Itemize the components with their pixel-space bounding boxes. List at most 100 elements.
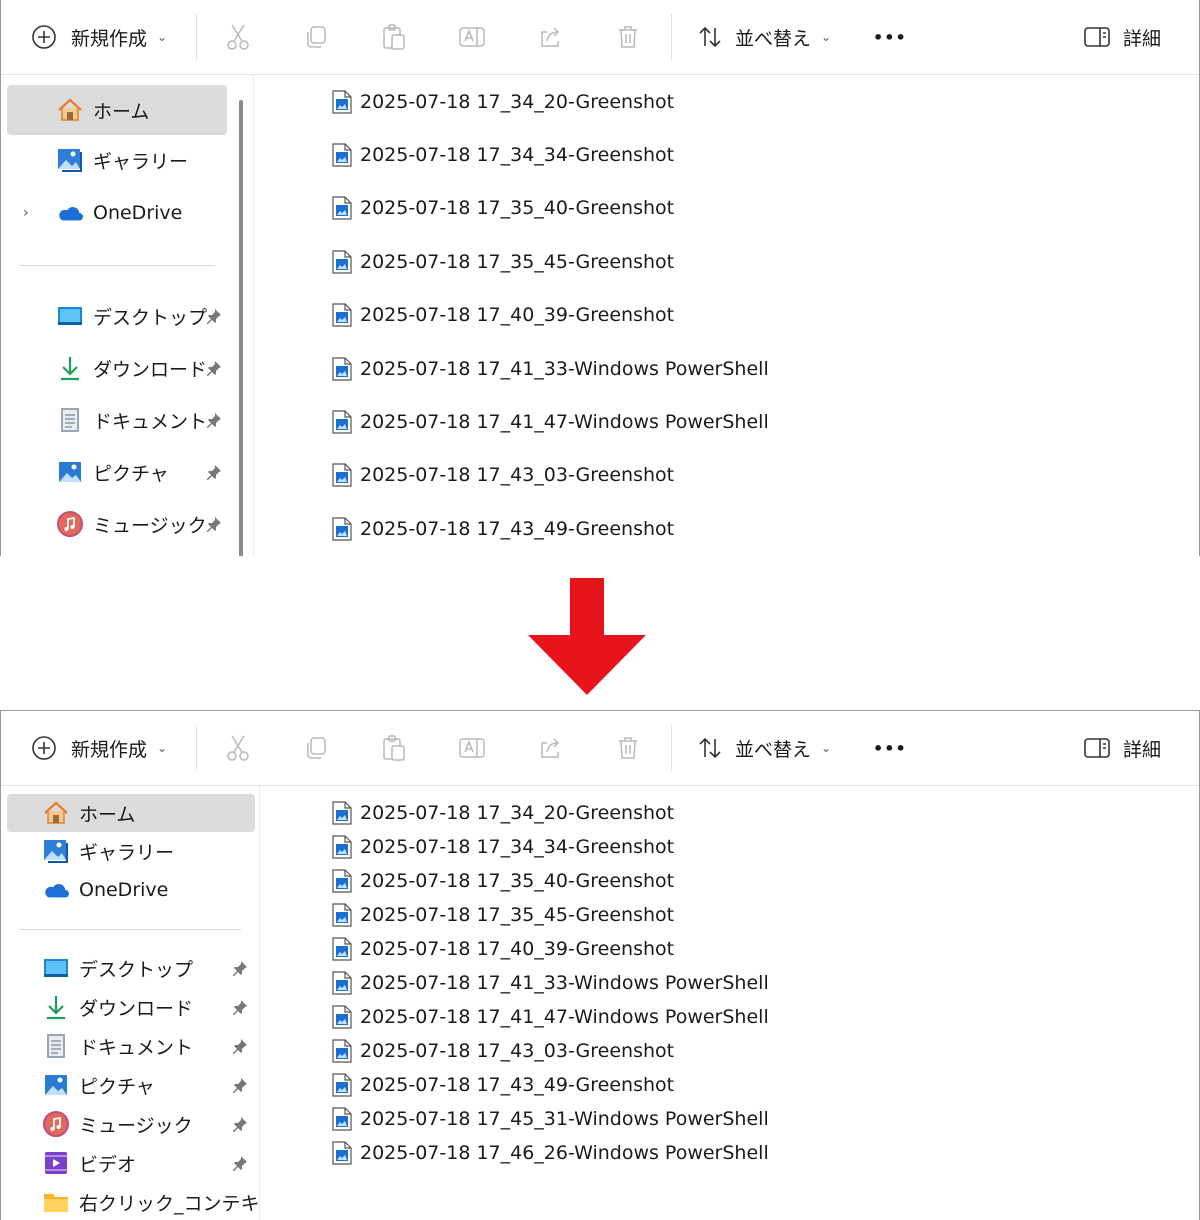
file-list-item[interactable]: 2025-07-18 17_35_40-Greenshot — [331, 864, 674, 898]
file-list-item[interactable]: 2025-07-18 17_43_49-Greenshot — [331, 1068, 674, 1102]
pictures-icon — [57, 459, 83, 485]
document-icon — [57, 407, 83, 433]
chevron-down-icon: ⌄ — [821, 30, 832, 44]
file-name: 2025-07-18 17_41_33-Windows PowerShell — [360, 972, 769, 994]
nav-label: ピクチャ — [93, 462, 169, 485]
pin-icon[interactable] — [231, 1076, 249, 1094]
details-pane-button[interactable]: 詳細 — [1083, 711, 1161, 785]
file-name: 2025-07-18 17_40_39-Greenshot — [360, 304, 675, 327]
pin-icon[interactable] — [205, 359, 223, 377]
more-options-button[interactable]: ••• — [873, 711, 907, 785]
more-options-button[interactable]: ••• — [873, 0, 907, 74]
nav-label: デスクトップ — [93, 306, 208, 329]
file-name: 2025-07-18 17_34_20-Greenshot — [360, 90, 675, 113]
pin-icon[interactable] — [205, 463, 223, 481]
file-list-item[interactable]: 2025-07-18 17_41_47-Windows PowerShell — [331, 395, 769, 448]
file-list-item[interactable]: 2025-07-18 17_34_20-Greenshot — [331, 75, 674, 128]
details-pane-icon — [1083, 737, 1111, 759]
file-list-item[interactable]: 2025-07-18 17_35_45-Greenshot — [331, 235, 674, 288]
share-icon[interactable] — [535, 733, 565, 763]
file-list-item[interactable]: 2025-07-18 17_34_20-Greenshot — [331, 796, 674, 830]
nav-item-onedrive[interactable]: OneDrive — [57, 188, 182, 238]
file-list-item[interactable]: 2025-07-18 17_41_33-Windows PowerShell — [331, 966, 769, 1000]
copy-icon[interactable] — [301, 22, 331, 52]
down-arrow-icon — [526, 578, 648, 696]
file-list-item[interactable]: 2025-07-18 17_35_45-Greenshot — [331, 898, 674, 932]
expand-chevron-icon[interactable]: › — [23, 188, 29, 238]
pin-icon[interactable] — [231, 1154, 249, 1172]
pane-divider — [253, 75, 254, 556]
file-name: 2025-07-18 17_41_33-Windows PowerShell — [360, 357, 769, 380]
image-file-icon — [331, 517, 353, 541]
cut-icon[interactable] — [223, 22, 253, 52]
file-list-item[interactable]: 2025-07-18 17_35_40-Greenshot — [331, 182, 674, 235]
nav-scrollbar[interactable] — [239, 100, 243, 556]
file-list-item[interactable]: 2025-07-18 17_34_34-Greenshot — [331, 128, 674, 181]
rename-icon[interactable] — [457, 733, 487, 763]
nav-label: ピクチャ — [79, 1075, 155, 1098]
image-file-icon — [331, 835, 353, 859]
nav-divider — [19, 929, 241, 930]
nav-item-gallery[interactable]: ギャラリー — [57, 135, 188, 185]
nav-item-desktop[interactable]: デスクトップ — [57, 291, 207, 341]
sort-button[interactable]: 並べ替え ⌄ — [697, 0, 831, 74]
file-list-item[interactable]: 2025-07-18 17_43_03-Greenshot — [331, 449, 674, 502]
nav-label: ミュージック — [93, 514, 207, 537]
file-name: 2025-07-18 17_41_47-Windows PowerShell — [360, 411, 769, 434]
paste-icon[interactable] — [379, 22, 409, 52]
nav-item-downloads[interactable]: ダウンロード — [57, 343, 207, 393]
file-list-item[interactable]: 2025-07-18 17_45_31-Windows PowerShell — [331, 1102, 769, 1136]
file-list-item[interactable]: 2025-07-18 17_43_49-Greenshot — [331, 502, 674, 555]
nav-label: ギャラリー — [79, 841, 175, 864]
image-file-icon — [331, 90, 353, 114]
cut-icon[interactable] — [223, 733, 253, 763]
file-name: 2025-07-18 17_34_34-Greenshot — [360, 836, 675, 858]
pin-icon[interactable] — [231, 998, 249, 1016]
file-list-item[interactable]: 2025-07-18 17_34_34-Greenshot — [331, 830, 674, 864]
navigation-pane: ホーム ギャラリー OneDrive デスクトップ ダウンロード ドキュメント … — [1, 786, 259, 1220]
desktop-icon — [57, 303, 83, 329]
file-list-item[interactable]: 2025-07-18 17_40_39-Greenshot — [331, 932, 674, 966]
details-pane-button[interactable]: 詳細 — [1083, 0, 1161, 74]
sort-button[interactable]: 並べ替え ⌄ — [697, 711, 831, 785]
file-list-item[interactable]: 2025-07-18 17_46_26-Windows PowerShell — [331, 1136, 769, 1170]
image-file-icon — [331, 971, 353, 995]
nav-item-music[interactable]: ミュージック — [57, 499, 207, 549]
sort-icon — [697, 735, 723, 761]
nav-item-pictures[interactable]: ピクチャ — [57, 447, 169, 497]
image-file-icon — [331, 937, 353, 961]
file-list-item[interactable]: 2025-07-18 17_41_33-Windows PowerShell — [331, 342, 769, 395]
pin-icon[interactable] — [231, 1037, 249, 1055]
rename-icon[interactable] — [457, 22, 487, 52]
nav-item-folder[interactable]: 右クリック_コンテキストメ — [43, 1177, 259, 1220]
copy-icon[interactable] — [301, 733, 331, 763]
pin-icon[interactable] — [231, 959, 249, 977]
new-button[interactable]: 新規作成 ⌄ — [31, 0, 167, 74]
image-file-icon — [331, 1107, 353, 1131]
pin-icon[interactable] — [205, 307, 223, 325]
file-list-item[interactable]: 2025-07-18 17_40_39-Greenshot — [331, 289, 674, 342]
file-list-item[interactable]: 2025-07-18 17_43_03-Greenshot — [331, 1034, 674, 1068]
pin-icon[interactable] — [205, 411, 223, 429]
toolbar-divider — [671, 14, 672, 60]
share-icon[interactable] — [535, 22, 565, 52]
nav-label: ドキュメント — [93, 410, 208, 433]
pin-icon[interactable] — [205, 515, 223, 533]
image-file-icon — [331, 196, 353, 221]
pane-divider — [259, 786, 260, 1220]
pin-icon[interactable] — [231, 1115, 249, 1133]
nav-divider — [19, 265, 215, 266]
file-name: 2025-07-18 17_45_31-Windows PowerShell — [360, 1108, 769, 1130]
new-button[interactable]: 新規作成 ⌄ — [31, 711, 167, 785]
nav-label: OneDrive — [93, 202, 183, 224]
nav-item-onedrive[interactable]: OneDrive — [43, 865, 168, 915]
details-pane-label: 詳細 — [1123, 738, 1162, 761]
nav-item-home[interactable]: ホーム — [57, 85, 149, 135]
delete-icon[interactable] — [613, 22, 643, 52]
file-list-item[interactable]: 2025-07-18 17_41_47-Windows PowerShell — [331, 1000, 769, 1034]
paste-icon[interactable] — [379, 733, 409, 763]
nav-label: OneDrive — [79, 879, 169, 901]
nav-item-documents[interactable]: ドキュメント — [57, 395, 207, 445]
nav-label: ドキュメント — [79, 1036, 194, 1059]
delete-icon[interactable] — [613, 733, 643, 763]
